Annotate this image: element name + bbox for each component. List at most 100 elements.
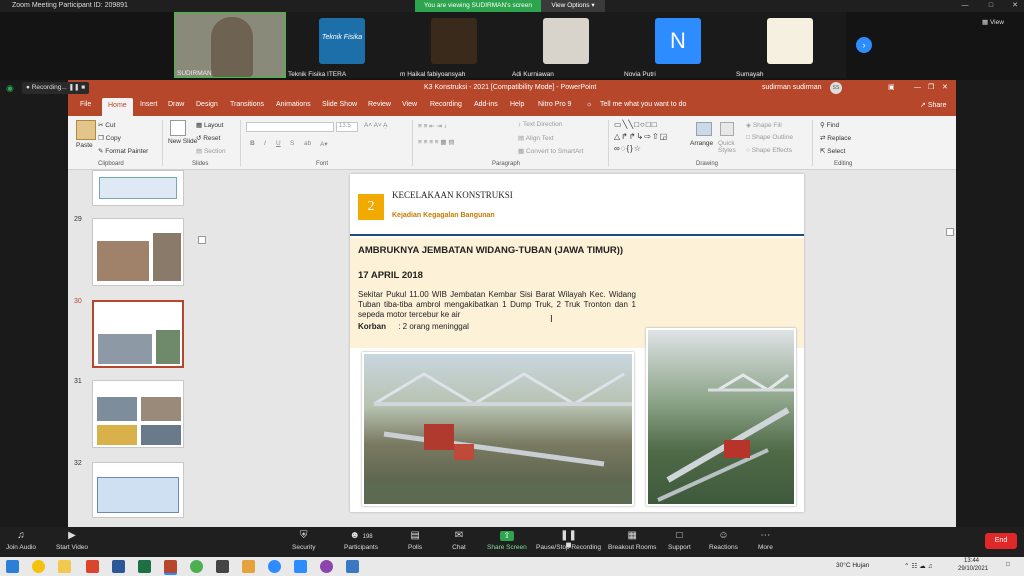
shape-fill-button[interactable]: ◈ Shape Fill [746, 121, 782, 129]
app-icon-3[interactable] [320, 560, 333, 573]
clock-date[interactable]: 29/10/2021 [958, 566, 988, 572]
slide-thumbnail-29[interactable] [92, 218, 184, 286]
windows-start-icon[interactable] [6, 560, 19, 573]
section-button[interactable]: ▤ Section [196, 147, 226, 155]
view-button[interactable]: ▦ View [982, 18, 1004, 26]
shapes-gallery[interactable]: ▭╲╲□○□□ [614, 120, 658, 129]
minimize-icon[interactable]: — [958, 0, 972, 12]
tab-review[interactable]: Review [368, 101, 391, 108]
format-painter-button[interactable]: ✎ Format Painter [98, 147, 148, 155]
breakout-rooms-button[interactable]: ▦ Breakout Rooms [608, 531, 656, 552]
participant-tile-sumayah[interactable]: Sumayah [734, 12, 846, 78]
participant-tile-sudirman[interactable]: SUDIRMAN [174, 12, 286, 78]
participant-tile-adi[interactable]: Adi Kurniawan [510, 12, 622, 78]
font-size-buttons[interactable]: A˄ A˅ A̹ [364, 122, 388, 129]
current-slide[interactable]: 2 KECELAKAAN KONSTRUKSI Kejadian Kegagal… [350, 174, 804, 512]
tab-slide-show[interactable]: Slide Show [322, 101, 357, 108]
powerpoint-icon[interactable] [164, 560, 177, 573]
reset-button[interactable]: ↺ Reset [196, 134, 220, 142]
tab-nitro[interactable]: Nitro Pro 9 [538, 101, 571, 108]
maximize-icon[interactable]: □ [984, 0, 998, 12]
cut-button[interactable]: ✂ Cut [98, 121, 115, 129]
char-spacing-button[interactable]: ab [304, 140, 311, 147]
join-audio-button[interactable]: ♫ Join Audio [6, 531, 36, 552]
restore-icon[interactable]: ❐ [928, 80, 934, 96]
end-meeting-button[interactable]: End [985, 533, 1017, 549]
zoom-icon[interactable] [294, 560, 307, 573]
bullets-button[interactable]: ≡ ≡ ⇤ ⇥ ↕ [418, 122, 447, 130]
tab-transitions[interactable]: Transitions [230, 101, 264, 108]
support-button[interactable]: □ Support [668, 531, 691, 552]
replace-button[interactable]: ⇄ Replace [820, 134, 851, 142]
font-name-field[interactable] [246, 122, 334, 132]
underline-button[interactable]: U [276, 140, 281, 147]
new-slide-button[interactable]: New Slide [168, 138, 197, 145]
polls-button[interactable]: ▤ Polls [408, 531, 422, 552]
font-size-field[interactable]: 13.5 [336, 122, 358, 132]
shapes-gallery-row2[interactable]: △↱↱↳⇨⇧◲ [614, 132, 668, 141]
app-icon-2[interactable] [242, 560, 255, 573]
next-page-icon[interactable]: › [856, 37, 872, 53]
chrome-icon[interactable] [32, 560, 45, 573]
share-screen-button[interactable]: ⇧ Share Screen [487, 531, 527, 551]
tab-insert[interactable]: Insert [140, 101, 158, 108]
tab-design[interactable]: Design [196, 101, 218, 108]
tab-home[interactable]: Home [102, 98, 133, 116]
security-button[interactable]: ⛨ Security [292, 531, 315, 552]
tab-add-ins[interactable]: Add-ins [474, 101, 498, 108]
share-button[interactable]: ↗ Share [920, 101, 947, 109]
participant-tile-novia[interactable]: N Novia Putri [622, 12, 734, 78]
tab-help[interactable]: Help [510, 101, 524, 108]
slide-thumbnail-30-selected[interactable] [92, 300, 184, 368]
tab-view[interactable]: View [402, 101, 417, 108]
quick-styles-button[interactable]: Quick Styles [718, 140, 742, 154]
clock-time[interactable]: 13:44 [964, 558, 979, 564]
reactions-button[interactable]: ☺ Reactions [709, 531, 738, 552]
tab-draw[interactable]: Draw [168, 101, 184, 108]
participant-tile-teknik[interactable]: Teknik Fisika Teknik Fisika ITERA [286, 12, 398, 78]
scrollbar-thumb[interactable] [946, 228, 954, 236]
participant-tile-haikal[interactable]: m Haikal fabiyoansyah [398, 12, 510, 78]
slide-thumbnail-32[interactable] [92, 462, 184, 518]
shape-outline-button[interactable]: □ Shape Outline [746, 134, 793, 141]
office-icon[interactable] [86, 560, 99, 573]
file-explorer-icon[interactable] [58, 560, 71, 573]
tab-file[interactable]: File [80, 101, 91, 108]
pause-recording-button[interactable]: ❚❚ ■ Pause/Stop Recording [536, 531, 601, 552]
slide-thumbnail-31[interactable] [92, 380, 184, 448]
align-buttons[interactable]: ≡ ≡ ≡ ≡ ▦ ▤ [418, 138, 454, 146]
layout-button[interactable]: ▦ Layout [196, 121, 223, 129]
chrome-icon-3[interactable] [268, 560, 281, 573]
tray-icons[interactable]: ⌃☷☁♫ [904, 562, 935, 570]
font-color-button[interactable]: A▾ [320, 140, 328, 148]
ribbon-display-icon[interactable]: ▣ [888, 80, 895, 96]
participants-button[interactable]: ☻ 198 Participants [344, 531, 378, 552]
find-button[interactable]: ⚲ Find [820, 121, 839, 129]
word-icon[interactable] [112, 560, 125, 573]
select-button[interactable]: ⇱ Select [820, 147, 845, 155]
recording-badge[interactable]: ● Recording... ❚❚ ■ [22, 82, 90, 94]
shape-effects-button[interactable]: ○ Shape Effects [746, 147, 792, 154]
arrange-button[interactable]: Arrange [690, 140, 713, 147]
paste-button[interactable]: Paste [76, 142, 93, 149]
avatar[interactable]: SS [830, 82, 842, 94]
tab-recording[interactable]: Recording [430, 101, 462, 108]
app-icon[interactable] [216, 560, 229, 573]
excel-icon[interactable] [138, 560, 151, 573]
copy-button[interactable]: ❐ Copy [98, 134, 121, 142]
bold-button[interactable]: B [250, 140, 255, 147]
notification-icon[interactable]: □ [1006, 561, 1010, 568]
weather-status[interactable]: 30°C Hujan [836, 562, 869, 569]
tab-animations[interactable]: Animations [276, 101, 311, 108]
tell-me-search[interactable]: Tell me what you want to do [600, 101, 686, 108]
minimize-icon[interactable]: — [914, 80, 921, 96]
close-icon[interactable]: ✕ [942, 80, 948, 96]
italic-button[interactable]: I [264, 140, 266, 147]
shapes-gallery-row3[interactable]: ∞◌{}☆ [614, 144, 642, 153]
chrome-icon-2[interactable] [190, 560, 203, 573]
chat-button[interactable]: ✉ Chat [452, 531, 466, 552]
align-text-button[interactable]: ▤ Align Text [518, 134, 554, 142]
photos-icon[interactable] [346, 560, 359, 573]
convert-smartart-button[interactable]: ▦ Convert to SmartArt [518, 147, 583, 155]
view-options-button[interactable]: View Options ▾ [541, 0, 605, 12]
